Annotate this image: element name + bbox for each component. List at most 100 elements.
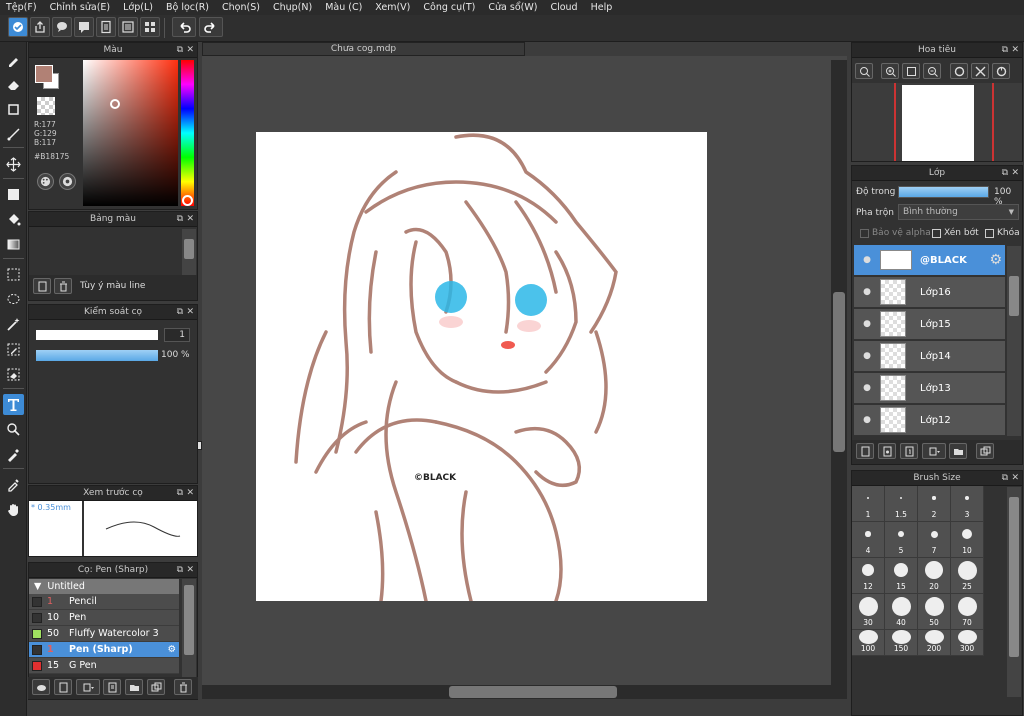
layer-item[interactable]: ● Lớp15: [854, 309, 1005, 340]
rotate-left-icon[interactable]: [950, 63, 968, 79]
canvas-vertical-scrollbar[interactable]: [831, 60, 847, 685]
menu-item-2[interactable]: Lớp(L): [123, 2, 153, 13]
custom-line-color-label[interactable]: Tùy ý màu line: [80, 281, 145, 291]
select-eraser-tool-icon[interactable]: [3, 364, 24, 385]
transparent-color-swatch[interactable]: [37, 97, 55, 115]
brush-size-cell[interactable]: 20: [918, 558, 951, 594]
grid-icon[interactable]: [140, 17, 160, 37]
brush-size-cell[interactable]: 3: [951, 486, 984, 522]
brush-size-cell[interactable]: 50: [918, 594, 951, 630]
menu-item-10[interactable]: Cloud: [550, 2, 577, 13]
duplicate-layer-icon[interactable]: [976, 443, 994, 459]
new-palette-icon[interactable]: [33, 278, 51, 294]
brush-size-cell[interactable]: 40: [885, 594, 918, 630]
float-icon[interactable]: ⧉: [177, 565, 183, 576]
close-icon[interactable]: ✕: [186, 565, 194, 576]
text-tool-icon[interactable]: [3, 394, 24, 415]
dropper-tool-icon[interactable]: [3, 444, 24, 465]
brush-size-cell[interactable]: 70: [951, 594, 984, 630]
float-icon[interactable]: ⧉: [177, 214, 183, 225]
close-icon[interactable]: ✕: [186, 307, 194, 318]
menu-item-3[interactable]: Bộ lọc(R): [166, 2, 209, 13]
reset-view-icon[interactable]: [971, 63, 989, 79]
brush-group-header[interactable]: ▼ Untitled: [29, 579, 179, 594]
menu-item-1[interactable]: Chỉnh sửa(E): [50, 2, 111, 13]
operation-tool-icon[interactable]: [3, 419, 24, 440]
brush-size-cell[interactable]: 25: [951, 558, 984, 594]
brush-item[interactable]: 1 Pencil: [29, 594, 179, 610]
lasso-tool-icon[interactable]: [3, 289, 24, 310]
eraser-tool-icon[interactable]: [3, 74, 24, 95]
select-pen-tool-icon[interactable]: [3, 339, 24, 360]
line-tool-icon[interactable]: [3, 124, 24, 145]
menu-item-4[interactable]: Chọn(S): [222, 2, 260, 13]
brush-size-field[interactable]: 1: [164, 328, 190, 342]
rotate-right-icon[interactable]: [992, 63, 1010, 79]
brush-item[interactable]: 10 Pen: [29, 610, 179, 626]
add-brush-menu-icon[interactable]: [76, 679, 100, 695]
palette-scrollbar[interactable]: [182, 229, 196, 275]
clipping-checkbox[interactable]: [932, 229, 941, 238]
eye-icon[interactable]: ●: [854, 415, 880, 425]
fit-window-icon[interactable]: [902, 63, 920, 79]
eye-icon[interactable]: ●: [854, 319, 880, 329]
delete-brush-icon[interactable]: [174, 679, 192, 695]
brush-folder-icon[interactable]: [125, 679, 143, 695]
brush-size-cell[interactable]: 10: [951, 522, 984, 558]
document-tab[interactable]: Chưa cog.mdp: [202, 42, 525, 56]
brush-size-cell[interactable]: 7: [918, 522, 951, 558]
brush-size-cell[interactable]: 30: [852, 594, 885, 630]
layer-item[interactable]: ● Lớp14: [854, 341, 1005, 372]
lock-checkbox[interactable]: [985, 229, 994, 238]
undo-icon[interactable]: [172, 17, 196, 37]
color-palette-icon[interactable]: [59, 173, 76, 190]
float-icon[interactable]: ⧉: [177, 488, 183, 499]
brush-size-cell[interactable]: 150: [885, 630, 918, 656]
picker-cursor[interactable]: [110, 99, 120, 109]
brush-size-cell[interactable]: 1.5: [885, 486, 918, 522]
blend-mode-select[interactable]: Bình thường ▼: [898, 204, 1019, 220]
move-tool-icon[interactable]: [3, 154, 24, 175]
protect-alpha-checkbox[interactable]: [860, 229, 869, 238]
close-icon[interactable]: ✕: [1011, 168, 1019, 179]
drawing-paper[interactable]: ©BLACK: [256, 132, 707, 601]
close-icon[interactable]: ✕: [1011, 473, 1019, 484]
brush-size-cell[interactable]: 200: [918, 630, 951, 656]
zoom-in-icon[interactable]: [881, 63, 899, 79]
canvas-horizontal-scrollbar[interactable]: [202, 685, 847, 699]
brush-size-cell[interactable]: 1: [852, 486, 885, 522]
brush-size-cell[interactable]: 300: [951, 630, 984, 656]
layer-opacity-slider[interactable]: [898, 186, 989, 198]
brush-item[interactable]: 1 Pen (Sharp) ⚙: [29, 642, 179, 658]
magic-wand-tool-icon[interactable]: [3, 314, 24, 335]
gradient-tool-icon[interactable]: [3, 234, 24, 255]
float-icon[interactable]: ⧉: [1002, 473, 1008, 484]
close-icon[interactable]: ✕: [186, 45, 194, 56]
menu-item-11[interactable]: Help: [591, 2, 613, 13]
zoom-out-icon[interactable]: [923, 63, 941, 79]
close-icon[interactable]: ✕: [1011, 45, 1019, 56]
eyedropper-tool-icon[interactable]: [3, 474, 24, 495]
delete-palette-icon[interactable]: [54, 278, 72, 294]
shape-tool-icon[interactable]: [3, 99, 24, 120]
brush-item[interactable]: 15 G Pen: [29, 658, 179, 674]
eye-icon[interactable]: ●: [854, 351, 880, 361]
new-1bit-layer-icon[interactable]: [900, 443, 918, 459]
menu-item-8[interactable]: Công cụ(T): [423, 2, 475, 13]
eye-icon[interactable]: ●: [854, 255, 880, 265]
document-icon[interactable]: [96, 17, 116, 37]
hue-slider[interactable]: [181, 60, 194, 206]
gear-icon[interactable]: ⚙: [167, 644, 176, 655]
brush-list-scrollbar[interactable]: [182, 579, 196, 677]
layer-item[interactable]: ● Lớp16: [854, 277, 1005, 308]
layer-item[interactable]: ● Lớp12: [854, 405, 1005, 436]
duplicate-brush-icon[interactable]: [147, 679, 165, 695]
float-icon[interactable]: ⧉: [1002, 45, 1008, 56]
float-icon[interactable]: ⧉: [177, 307, 183, 318]
chat-icon[interactable]: [52, 17, 72, 37]
zoom-fit-icon[interactable]: [855, 63, 873, 79]
navigator-preview[interactable]: [852, 83, 1022, 161]
comment-icon[interactable]: [74, 17, 94, 37]
export-icon[interactable]: [30, 17, 50, 37]
menu-item-7[interactable]: Xem(V): [375, 2, 410, 13]
